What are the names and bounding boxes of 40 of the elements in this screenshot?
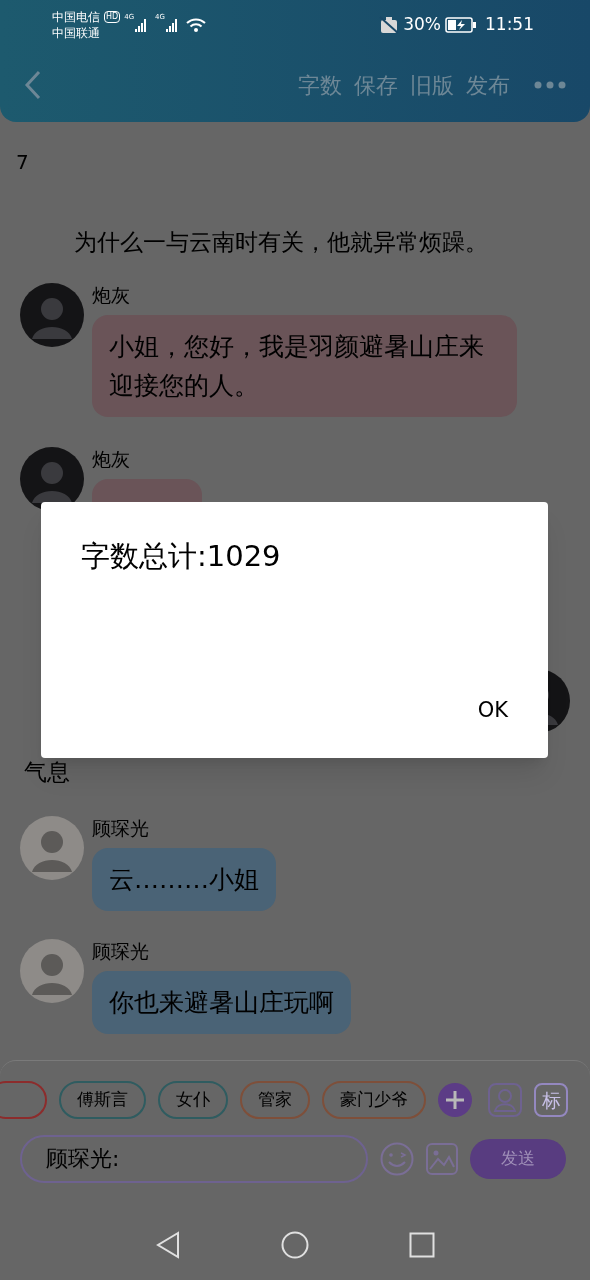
sender-name: 炮灰 xyxy=(92,447,131,471)
back-nav-icon[interactable] xyxy=(155,1231,181,1259)
battery-percent: 30% xyxy=(403,13,441,37)
role-chip[interactable]: 女仆 xyxy=(158,1081,228,1119)
recents-nav-icon[interactable] xyxy=(409,1232,435,1258)
toolbar-button[interactable]: 保存 xyxy=(354,68,398,102)
tag-button[interactable]: 标 xyxy=(534,1083,568,1117)
battery-icon xyxy=(445,17,477,33)
hd-badge: HD xyxy=(104,11,121,23)
toolbar-button[interactable]: 字数 xyxy=(298,68,342,102)
add-icon[interactable] xyxy=(438,1083,472,1117)
sender-name: 炮灰 xyxy=(92,283,131,307)
role-chip[interactable]: 傅斯言 xyxy=(59,1081,146,1119)
sender-name: 顾琛光 xyxy=(92,816,150,840)
role-chip[interactable] xyxy=(0,1081,47,1119)
more-icon[interactable] xyxy=(534,81,566,89)
ok-button[interactable]: OK xyxy=(465,686,520,734)
toolbar-button[interactable]: 旧版 xyxy=(410,68,454,102)
wifi-icon xyxy=(185,17,206,33)
home-nav-icon[interactable] xyxy=(281,1231,309,1259)
carrier-name: 中国联通 xyxy=(52,25,101,41)
clock: 11:51 xyxy=(485,13,534,37)
back-icon[interactable] xyxy=(24,70,42,100)
role-chip[interactable]: 管家 xyxy=(240,1081,310,1119)
carrier-name: 中国电信 xyxy=(52,9,100,25)
message-input[interactable]: 顾琛光: xyxy=(20,1135,368,1183)
chapter-number: 7 xyxy=(15,150,30,174)
signal-icon xyxy=(165,18,178,32)
no-sim-icon xyxy=(379,16,400,34)
toolbar-button[interactable]: 发布 xyxy=(466,68,510,102)
narration-text: 为什么一与云南时有关，他就异常烦躁。 xyxy=(74,228,488,257)
message-bubble: 你也来避暑山庄玩啊 xyxy=(92,971,351,1034)
message-bubble: 云………小姐 xyxy=(92,848,276,911)
dialog-message: 字数总计:1029 xyxy=(81,538,282,574)
narration-text: 气息 xyxy=(24,758,70,787)
role-chip[interactable]: 豪门少爷 xyxy=(322,1081,426,1119)
sender-name: 顾琛光 xyxy=(92,939,150,963)
send-button[interactable]: 发送 xyxy=(470,1139,566,1179)
signal-icon xyxy=(135,18,148,32)
message-bubble: 小姐，您好，我是羽颜避暑山庄来迎接您的人。 xyxy=(92,315,517,417)
